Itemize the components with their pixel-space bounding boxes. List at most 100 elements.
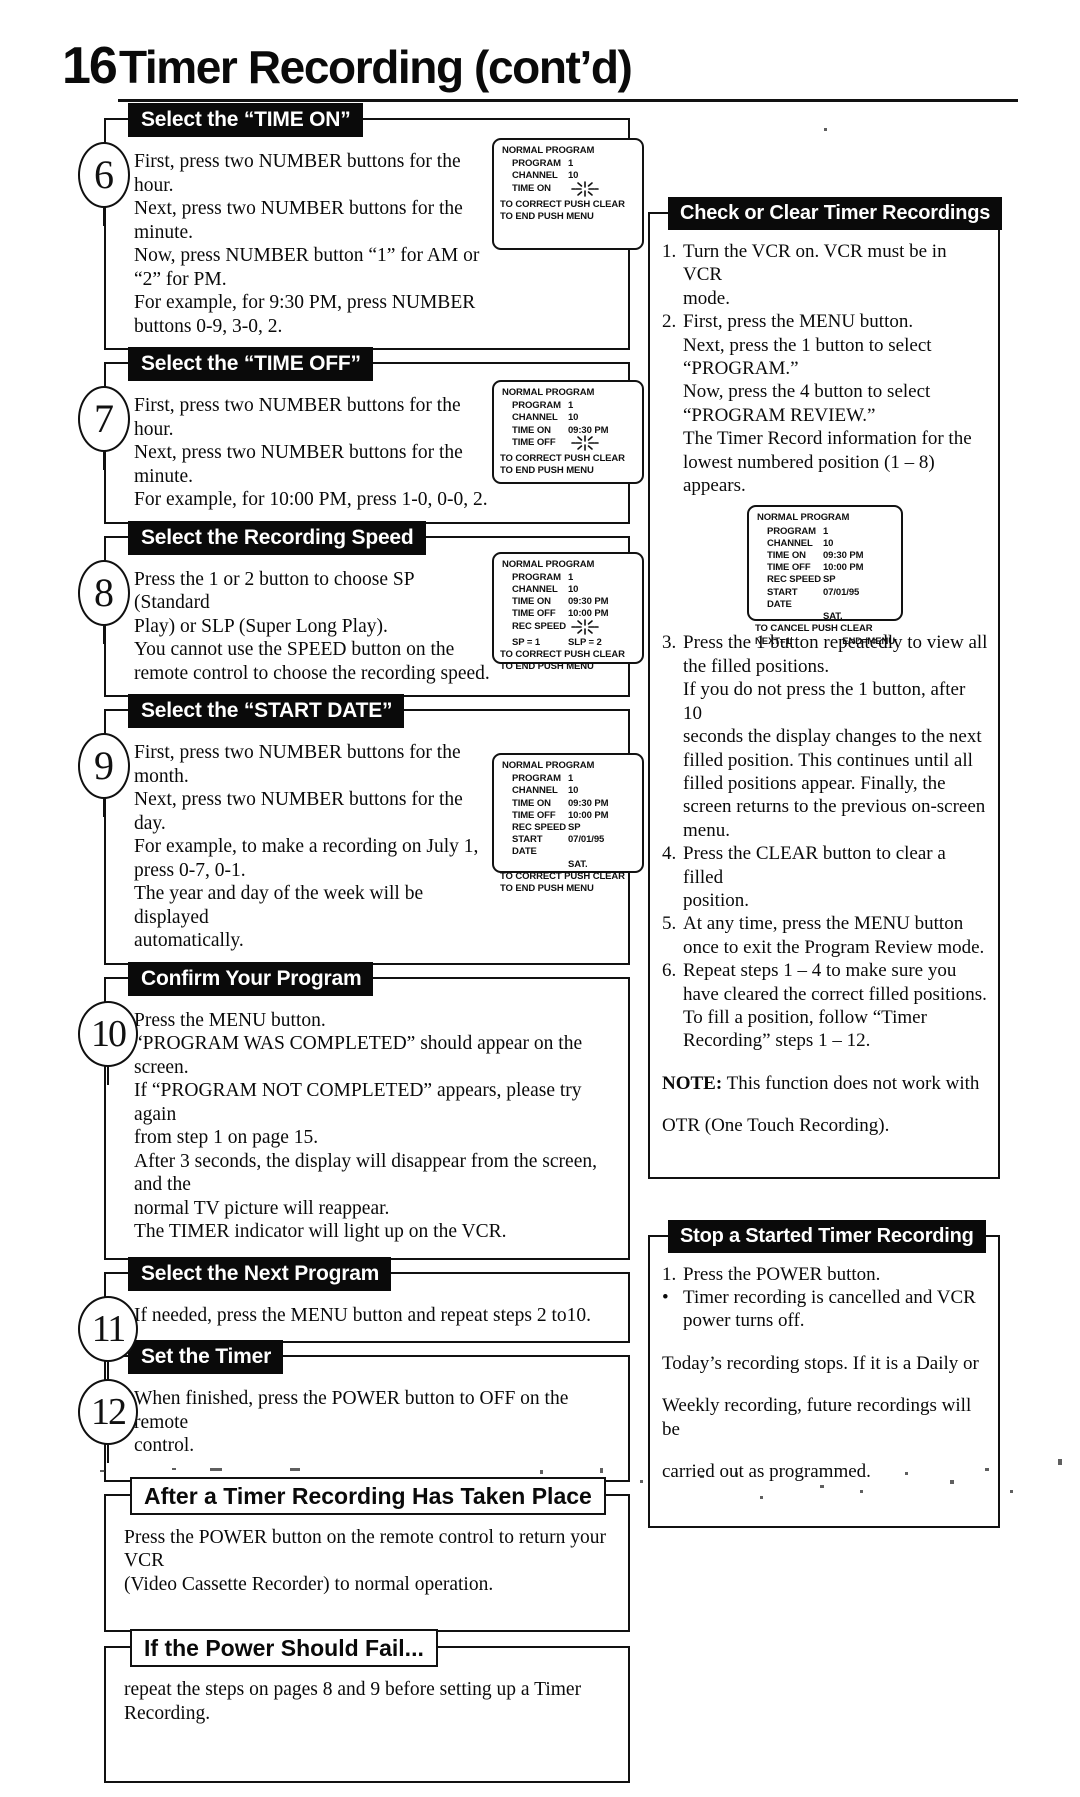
list-item-number: 5.	[662, 913, 677, 935]
osd-row: TIME OFF	[512, 435, 636, 453]
check-clear-section: Check or Clear Timer Recordings 1. Turn th…	[648, 197, 1003, 1179]
check-clear-heading: Check or Clear Timer Recordings	[668, 197, 1003, 230]
osd-row-value: 10	[568, 583, 579, 595]
osd-row-value	[568, 435, 602, 453]
list-item-number: 4.	[662, 843, 677, 865]
text-line: Play) or SLP (Super Long Play).	[134, 615, 388, 637]
osd-row-value: 1	[568, 400, 574, 412]
list-item: 6. Repeat steps 1 – 4 to make sure you hav…	[662, 959, 988, 1053]
text-line: automatically.	[134, 930, 244, 951]
osd-row-value: 10:00 PM	[568, 809, 609, 821]
osd-row-label: TIME ON	[512, 424, 551, 436]
osd-footer-line: TO CORRECT PUSH CLEAR	[500, 198, 625, 210]
osd-row-value: 07/01/95	[568, 834, 605, 846]
list-item: 4. Press the CLEAR button to clear a fill…	[662, 842, 988, 912]
step-heading: Select the “TIME OFF”	[128, 347, 373, 381]
osd-row-value: 1	[823, 525, 829, 537]
osd-row-label: CHANNEL	[512, 785, 558, 797]
step-number-badge: 7	[78, 386, 130, 470]
program-review-osd-wrapper: NORMAL PROGRAM PROGRAM 1 CHANNEL 10 TIME ON 09…	[662, 505, 988, 647]
osd-row: SAT.	[767, 611, 895, 623]
scan-speckle	[860, 1490, 863, 1493]
step-text: If needed, press the MENU button and rep…	[134, 1304, 618, 1328]
step-connector-line	[103, 799, 105, 817]
left-column: 6 Select the “TIME ON” First, press two NU…	[78, 103, 644, 1797]
text-line: repeat the steps on pages 8 and 9 before…	[124, 1679, 582, 1700]
osd-row-label: START DATE	[512, 834, 543, 858]
osd-footer: TO CORRECT PUSH CLEAR TO END PUSH MENU	[500, 871, 636, 895]
step-heading: Select the “START DATE”	[128, 694, 405, 728]
step-heading: Select the Recording Speed	[128, 520, 426, 555]
step-body: Confirm Your Program Press the MENU butto…	[104, 961, 630, 1260]
plain-section-text: repeat the steps on pages 8 and 9 before…	[124, 1678, 616, 1725]
osd-row: START DATE 07/01/95	[512, 834, 636, 858]
list-item-number: 6.	[662, 960, 677, 982]
scan-speckle	[172, 1468, 176, 1470]
list-item-body: Timer recording is cancelled and VCR powe…	[683, 1286, 988, 1333]
osd-footer-line: TO END PUSH MENU	[500, 465, 594, 477]
step-heading: Confirm Your Program	[128, 961, 374, 996]
text-line: from step 1 on page 15.	[134, 1127, 319, 1148]
text-line: If needed, press the MENU button and rep…	[134, 1304, 592, 1326]
scan-speckle	[700, 1475, 704, 1478]
osd-row: TIME ON 09:30 PM	[512, 596, 636, 608]
osd-row-label: PROGRAM	[767, 525, 816, 537]
osd-row-value: 10	[568, 785, 579, 797]
text-line: Next, press two NUMBER buttons for the	[134, 198, 463, 219]
step-number-badge: 10	[78, 1000, 138, 1085]
osd-row-value: 10:00 PM	[823, 562, 864, 574]
blinking-indicator-icon	[568, 435, 602, 451]
osd-row: START DATE 07/01/95	[767, 587, 895, 611]
right-column: Check or Clear Timer Recordings 1. Turn th…	[648, 197, 1003, 1550]
osd-row-label	[767, 611, 823, 623]
text-line: First, press the MENU button.	[683, 311, 914, 333]
step-body: Select the Recording Speed Press the 1 or…	[104, 520, 644, 697]
note-label: NOTE:	[662, 1072, 723, 1094]
step-8: 8 Select the Recording Speed Press the 1 o…	[78, 520, 644, 697]
osd-row-value: SAT.	[568, 858, 588, 870]
text-line: have cleared the correct filled position…	[683, 983, 987, 1005]
text-line: Recording.	[124, 1702, 211, 1724]
text-line: Now, press NUMBER button “1” for AM or	[134, 245, 480, 266]
osd-row-label	[512, 859, 568, 871]
step-body: Set the Timer When finished, press the PO…	[104, 1340, 630, 1482]
list-item: 3. Press the 1 button repeatedly to view …	[662, 631, 988, 842]
note-line: NOTE: This function does not work with	[662, 1072, 980, 1094]
text-line: “2” for PM.	[134, 268, 227, 290]
text-line: Recording” steps 1 – 12.	[683, 1030, 871, 1052]
text-line: the filled positions.	[683, 655, 830, 677]
list-item: • Timer recording is cancelled and VCR pow…	[662, 1286, 988, 1333]
text-line: Now, press the 4 button to select	[683, 381, 931, 403]
page-header: 16 Timer Recording (cont’d)	[62, 36, 1018, 112]
osd-footer-line: TO CANCEL PUSH CLEAR	[755, 623, 873, 635]
plain-section-heading: If the Power Should Fail...	[130, 1629, 438, 1667]
list-item-body: Turn the VCR on. VCR must be in VCR mode.	[683, 240, 988, 310]
osd-row-value: SP	[823, 574, 836, 586]
osd-row: PROGRAM 1	[512, 572, 636, 584]
step-7: 7 Select the “TIME OFF” First, press two N…	[78, 347, 644, 524]
osd-row: REC SPEED SP	[767, 574, 895, 586]
scan-speckle	[760, 1496, 763, 1499]
text-line: Timer recording is cancelled and VCR	[683, 1287, 976, 1308]
text-line: seconds the display changes to the next	[683, 726, 982, 748]
osd-footer-line: TO END PUSH MENU	[500, 883, 594, 895]
osd-row-value: 1	[568, 158, 574, 170]
step-number-badge: 8	[78, 559, 130, 644]
osd-row-value: 10	[823, 537, 834, 549]
text-line: First, press two NUMBER buttons for the …	[134, 151, 461, 196]
step-text: When finished, press the POWER button to…	[134, 1387, 618, 1458]
osd-row-label: SP = 1	[512, 636, 541, 648]
scan-speckle	[905, 1472, 908, 1475]
scan-speckle	[640, 1480, 643, 1483]
osd-row-label: TIME OFF	[767, 562, 811, 574]
text-line: Press the MENU button.	[134, 1009, 326, 1031]
step-11: 11 Select the Next Program If needed, pres…	[78, 1256, 630, 1380]
text-line: Press the POWER button on the remote con…	[124, 1526, 606, 1572]
stop-recording-heading: Stop a Started Timer Recording	[668, 1219, 986, 1253]
osd-title: NORMAL PROGRAM	[502, 387, 595, 398]
text-line: For example, to make a recording on July…	[134, 836, 479, 857]
text-line: If “PROGRAM NOT COMPLETED” appears, plea…	[134, 1080, 582, 1125]
osd-next-hint: NEXT=1	[755, 635, 791, 647]
text-line: screen returns to the previous on-screen	[683, 796, 986, 818]
osd-footer-line: TO END PUSH MENU	[500, 661, 594, 673]
